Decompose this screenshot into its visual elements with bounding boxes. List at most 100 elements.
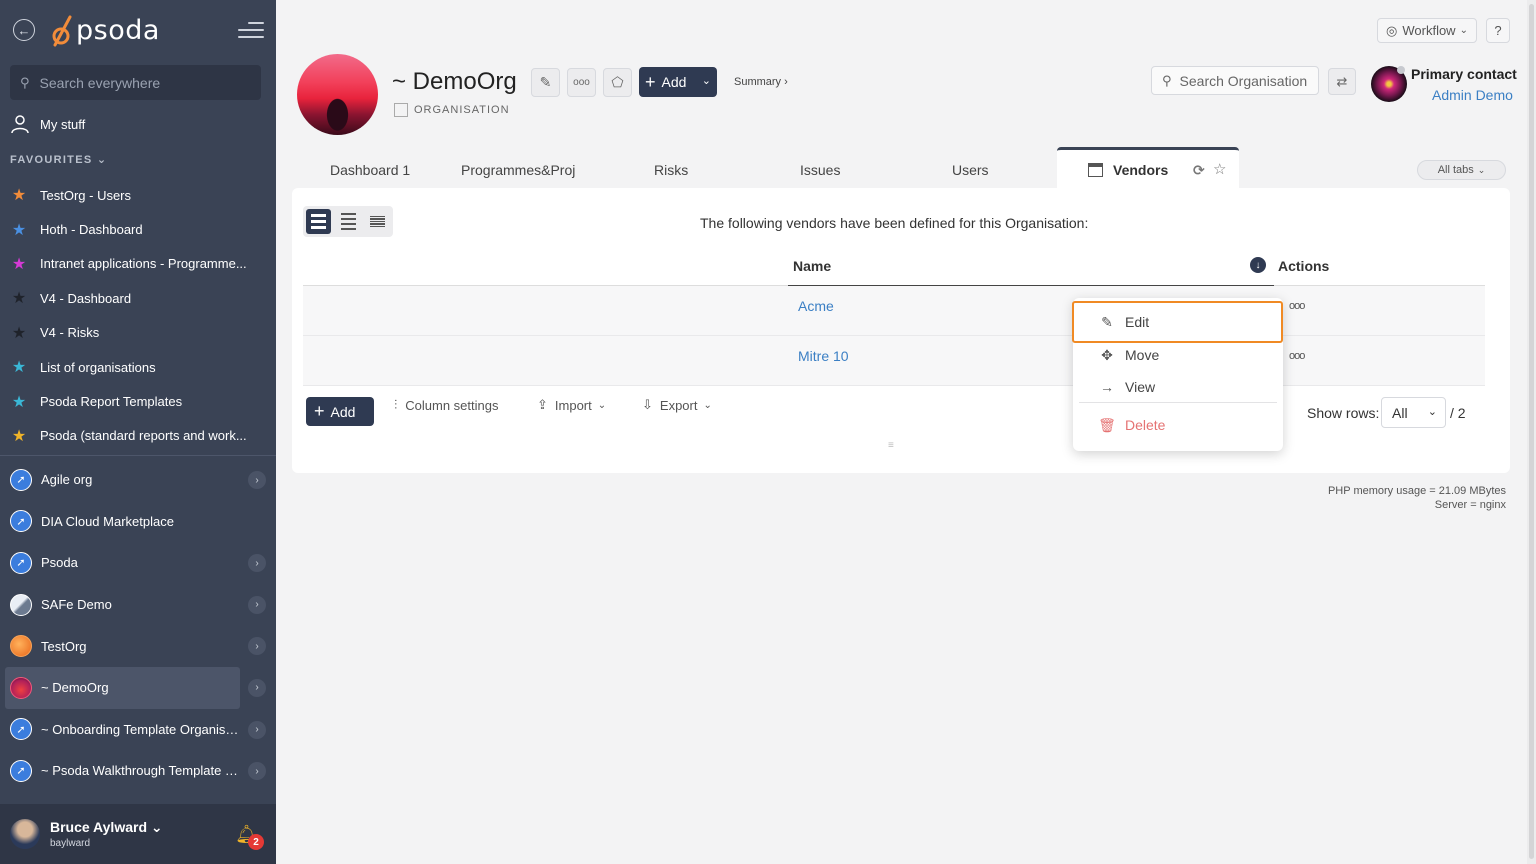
favourites-list: ★ TestOrg - Users ★ Hoth - Dashboard ★ Intr…	[10, 178, 266, 453]
org-item-safe-demo[interactable]: SAFe Demo ›	[5, 584, 271, 626]
chevron-right-icon[interactable]: ›	[248, 595, 266, 614]
import-icon: ⇪	[537, 397, 548, 412]
chevron-right-icon[interactable]: ›	[248, 678, 266, 697]
compass-icon: ➚	[10, 510, 32, 533]
menu-item-move[interactable]: ✥ Move	[1073, 338, 1283, 372]
sidebar: ← psoda ⚲ Search everywhere My stuff FAV…	[0, 0, 276, 864]
tab-issues[interactable]: Issues	[800, 162, 840, 178]
chevron-right-icon[interactable]: ›	[248, 720, 266, 739]
add-vendor-button[interactable]: + Add	[306, 397, 374, 426]
status-dot	[1397, 66, 1405, 74]
organisation-avatar	[297, 54, 378, 135]
compass-icon: ➚	[10, 468, 32, 491]
compass-icon: ➚	[10, 759, 32, 782]
psoda-logo[interactable]: psoda	[50, 12, 160, 48]
favourite-item[interactable]: ★ V4 - Dashboard	[10, 281, 266, 315]
more-options-button[interactable]: ooo	[567, 68, 596, 97]
row-actions-icon[interactable]: ooo	[1289, 300, 1305, 312]
star-icon: ★	[11, 255, 27, 273]
summary-link[interactable]: Summary ›	[734, 76, 788, 88]
tab-vendors[interactable]: Vendors ⟳ ☆	[1057, 147, 1239, 189]
list-view-icon[interactable]	[306, 209, 331, 234]
chevron-right-icon[interactable]: ›	[248, 471, 266, 489]
server-stats: PHP memory usage = 21.09 MBytes Server =…	[1327, 485, 1506, 511]
favourite-item[interactable]: ★ V4 - Risks	[10, 316, 266, 350]
org-item-testorg[interactable]: TestOrg ›	[5, 625, 271, 667]
export-button[interactable]: ⇩ Export ⌄	[642, 397, 712, 413]
compass-icon: ➚	[10, 551, 32, 574]
search-icon: ⚲	[1162, 72, 1172, 88]
page-title: ~ DemoOrg	[392, 68, 517, 95]
chevron-right-icon[interactable]: ›	[248, 762, 266, 781]
tag-button[interactable]: ⬠	[603, 68, 632, 97]
compact-view-icon[interactable]	[336, 209, 361, 234]
rows-per-page-select[interactable]: All ⌄	[1381, 397, 1446, 428]
my-stuff-link[interactable]: My stuff	[10, 114, 85, 134]
store-icon	[1088, 163, 1103, 177]
star-icon: ★	[11, 393, 27, 411]
vendor-link[interactable]: Mitre 10	[798, 348, 849, 364]
column-settings-button[interactable]: ⫶ Column settings	[394, 397, 498, 413]
scrollbar-thumb[interactable]	[1529, 4, 1534, 859]
star-icon: ★	[11, 359, 27, 377]
row-actions-icon[interactable]: ooo	[1289, 350, 1305, 362]
favourite-item[interactable]: ★ Psoda (standard reports and work...	[10, 419, 266, 453]
favourites-heading[interactable]: FAVOURITES ⌄	[10, 153, 107, 166]
org-avatar	[10, 676, 32, 699]
back-icon[interactable]: ←	[13, 19, 35, 41]
refresh-icon[interactable]: ⟳	[1193, 162, 1205, 179]
tab-risks[interactable]: Risks	[654, 162, 688, 178]
import-button[interactable]: ⇪ Import ⌄	[537, 397, 606, 413]
workflow-button[interactable]: ◎ Workflow ⌄	[1377, 18, 1477, 43]
resize-handle-icon[interactable]: ≡	[888, 440, 894, 451]
vendor-link[interactable]: Acme	[798, 298, 834, 314]
show-rows-label: Show rows:	[1307, 405, 1380, 421]
favourite-item[interactable]: ★ List of organisations	[10, 350, 266, 384]
org-avatar	[10, 593, 32, 616]
share-button[interactable]: ⇄	[1328, 68, 1356, 95]
add-button[interactable]: + Add ⌄	[639, 67, 717, 97]
search-everywhere-input[interactable]: ⚲ Search everywhere	[10, 65, 261, 100]
collapse-menu-icon[interactable]	[238, 22, 264, 40]
search-placeholder: Search everywhere	[39, 74, 161, 91]
plus-icon: +	[314, 401, 325, 421]
tab-programmes[interactable]: Programmes&Proj	[461, 162, 579, 178]
column-header-actions: Actions	[1278, 258, 1330, 274]
sort-down-icon[interactable]: ↓	[1250, 257, 1266, 273]
dense-view-icon[interactable]	[365, 209, 390, 234]
favourite-item[interactable]: ★ Psoda Report Templates	[10, 384, 266, 418]
org-item-demoorg[interactable]: ~ DemoOrg ›	[5, 666, 266, 709]
org-item-agile-org[interactable]: ➚ Agile org ›	[5, 459, 271, 501]
building-icon	[394, 103, 408, 117]
export-icon: ⇩	[642, 397, 653, 412]
menu-item-delete[interactable]: 🗑︎ Delete	[1073, 408, 1283, 442]
more-icon: ooo	[573, 77, 590, 88]
sidebar-divider	[0, 455, 276, 456]
menu-item-view[interactable]: → View	[1073, 370, 1283, 404]
favourite-item[interactable]: ★ Intranet applications - Programme...	[10, 247, 266, 281]
favourite-item[interactable]: ★ TestOrg - Users	[10, 178, 266, 212]
org-item-psoda[interactable]: ➚ Psoda ›	[5, 542, 271, 584]
tab-dashboard-1[interactable]: Dashboard 1	[330, 162, 410, 178]
help-button[interactable]: ?	[1486, 18, 1510, 43]
chevron-right-icon[interactable]: ›	[248, 637, 266, 656]
org-item-walkthrough[interactable]: ➚ ~ Psoda Walkthrough Template P... ›	[5, 750, 271, 792]
search-organisation-input[interactable]: ⚲ Search Organisation	[1151, 66, 1319, 95]
all-tabs-button[interactable]: All tabs ⌄	[1417, 160, 1506, 180]
row-actions-menu: ✎ Edit ✥ Move → View 🗑︎ Delete	[1072, 298, 1283, 451]
edit-button[interactable]: ✎	[531, 68, 560, 97]
favourite-star-icon[interactable]: ☆	[1213, 160, 1226, 178]
chevron-down-icon: ⌄	[1427, 406, 1437, 418]
menu-item-edit[interactable]: ✎ Edit	[1072, 301, 1283, 343]
user-panel[interactable]: Bruce Aylward ⌄ baylward 🔔︎ 2	[0, 804, 276, 864]
org-item-dia-cloud[interactable]: ➚ DIA Cloud Marketplace	[5, 501, 271, 543]
chevron-right-icon[interactable]: ›	[248, 554, 266, 573]
favourite-item[interactable]: ★ Hoth - Dashboard	[10, 212, 266, 246]
column-header-name[interactable]: Name	[793, 258, 831, 274]
star-icon: ★	[11, 290, 27, 308]
page-subtitle: ORGANISATION	[394, 103, 510, 117]
primary-contact-link[interactable]: Admin Demo	[1432, 87, 1513, 103]
tag-icon: ⬠	[611, 74, 624, 90]
tab-users[interactable]: Users	[952, 162, 989, 178]
org-item-onboarding[interactable]: ➚ ~ Onboarding Template Organisa... ›	[5, 709, 271, 751]
